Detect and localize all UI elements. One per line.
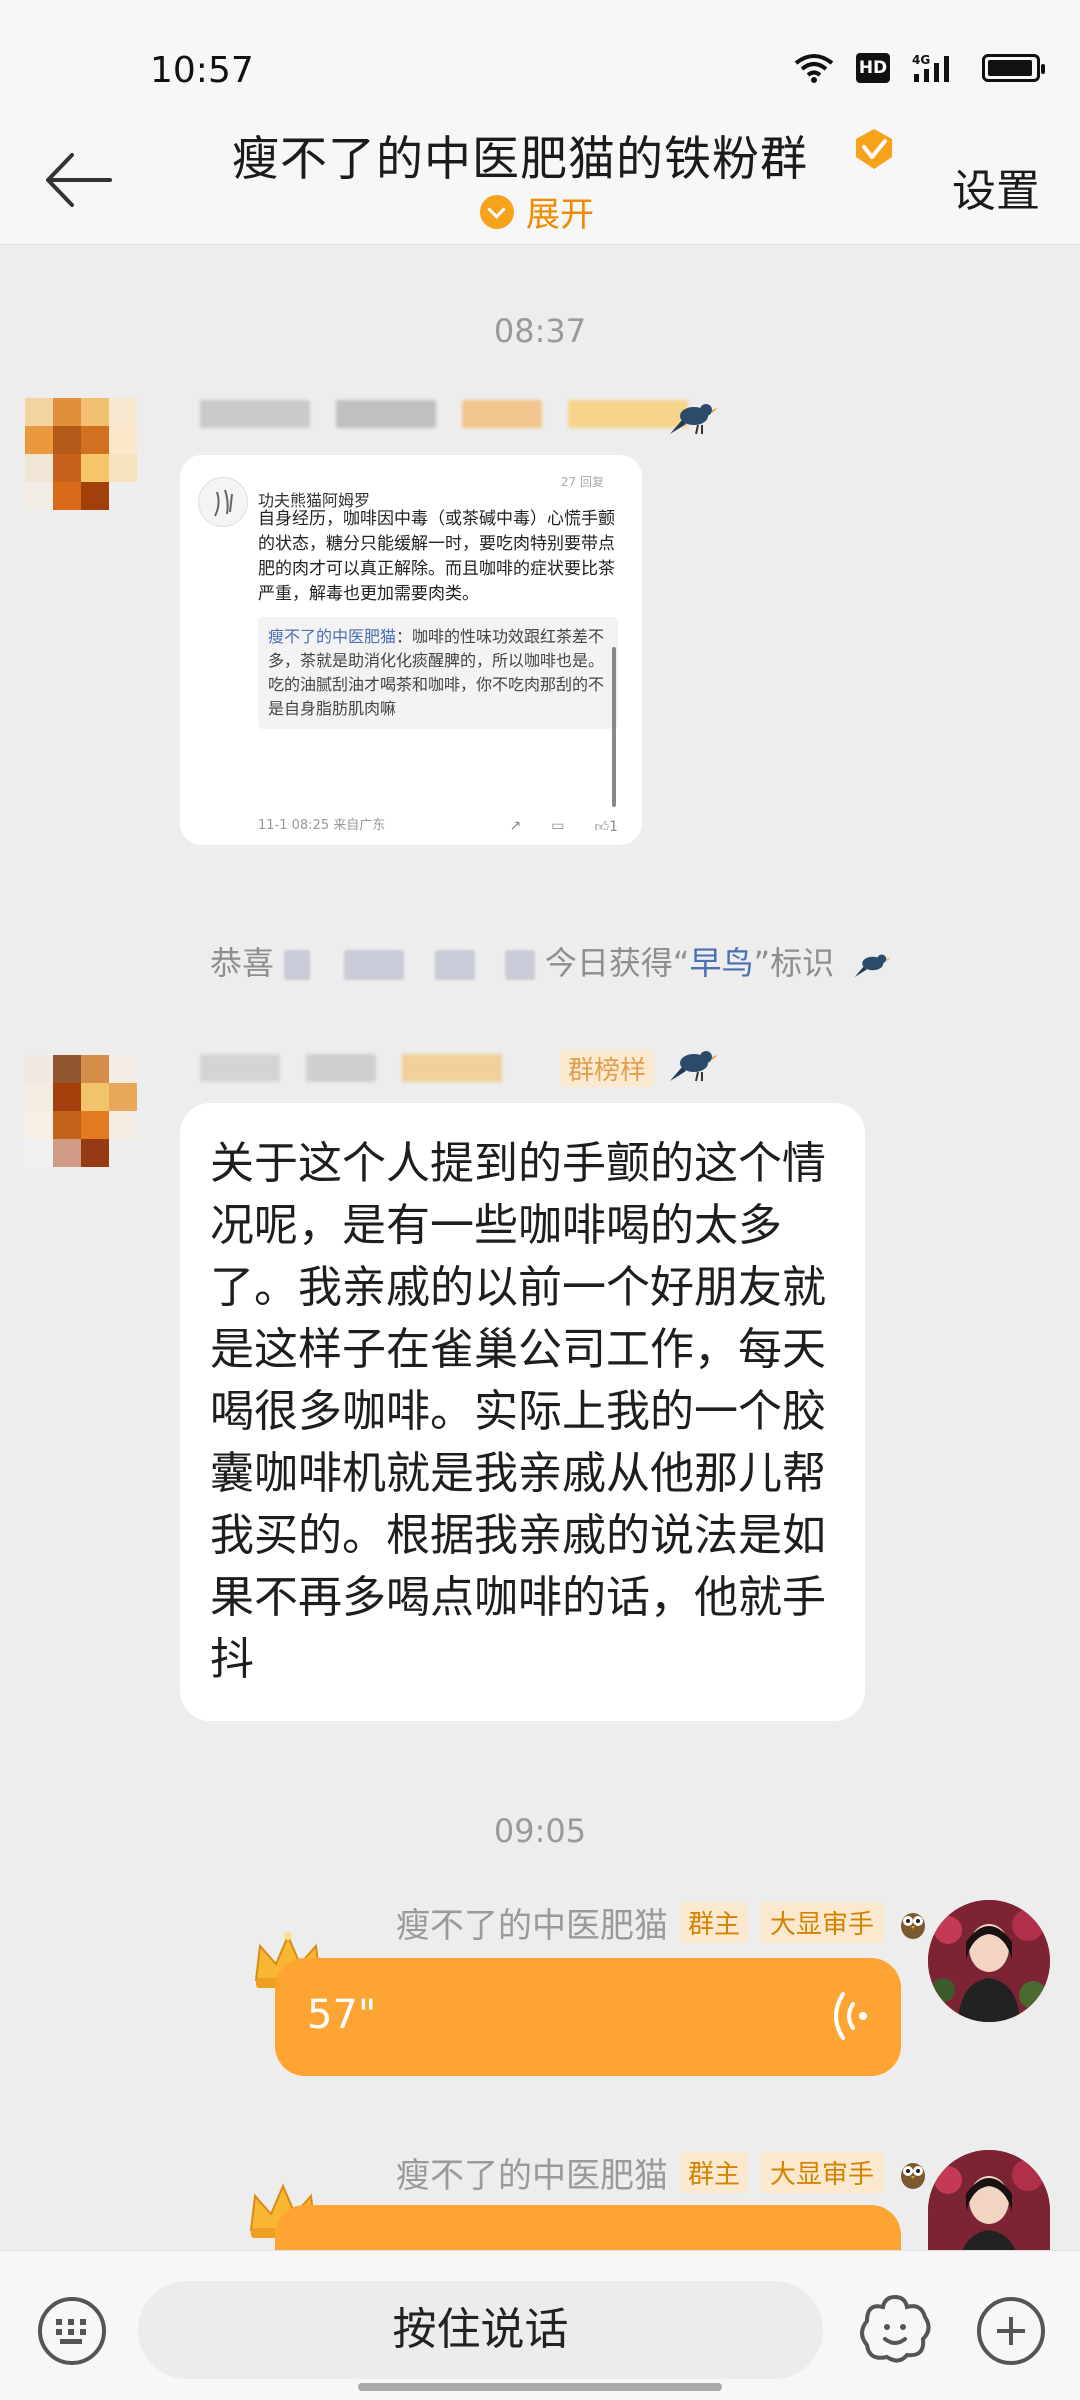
like-icon: 👍︎1 <box>594 819 618 835</box>
sender-name: 瘦不了的中医肥猫 <box>395 2156 668 2196</box>
expand-toggle[interactable]: 展开 <box>480 187 594 236</box>
comment-icon: ▭ <box>551 818 565 834</box>
owl-icon <box>901 1912 925 1939</box>
hold-to-talk-button[interactable]: 按住说话 <box>138 2281 823 2379</box>
card-author-avatar <box>198 477 248 527</box>
card-scrollbar <box>612 647 616 807</box>
owner-tag: 群主 <box>679 1902 748 1943</box>
verified-badge-icon <box>856 129 892 169</box>
wifi-icon <box>794 54 834 83</box>
owl-icon <box>901 2162 925 2189</box>
sticker-icon[interactable] <box>855 2289 935 2369</box>
expand-label: 展开 <box>526 195 594 235</box>
like-count: 1 <box>609 819 618 835</box>
early-bird-icon <box>670 404 718 435</box>
title-tag: 大显审手 <box>759 1902 884 1943</box>
plus-icon[interactable] <box>977 2297 1045 2365</box>
avatar[interactable] <box>928 2150 1050 2250</box>
sender-name-blurred <box>200 400 688 428</box>
svg-text:4G: 4G <box>912 53 930 67</box>
avatar[interactable] <box>928 1900 1050 2022</box>
early-bird-label: 早鸟 <box>689 944 754 982</box>
status-icons: HD 4G <box>794 52 1045 84</box>
card-actions: ↗ ▭ 👍︎1 <box>509 818 618 835</box>
input-bar: 按住说话 <box>0 2250 1080 2400</box>
chat-header: 10:57 HD 4G 瘦不了的中医肥猫的铁粉群 展开 设置 <box>0 0 1080 245</box>
settings-button[interactable]: 设置 <box>952 155 1040 219</box>
signal-icon: 4G <box>912 53 949 82</box>
sender-row: 瘦不了的中医肥猫 群主 大显审手 <box>396 2148 930 2197</box>
early-bird-icon <box>855 954 891 977</box>
avatar[interactable] <box>25 1055 137 1167</box>
hd-icon: HD <box>856 53 890 83</box>
timestamp: 09:05 <box>493 1812 587 1850</box>
voice-message-bubble[interactable] <box>275 2205 901 2250</box>
timestamp: 08:37 <box>493 312 587 350</box>
voice-wave-icon <box>834 1992 867 2040</box>
card-reply-meta: 27 回复 <box>560 475 604 489</box>
early-bird-icon <box>670 1051 718 1082</box>
voice-message-bubble[interactable]: 57" <box>275 1958 901 2076</box>
image-message[interactable]: 27 回复 功夫熊猫阿姆罗 自身经历，咖啡因中毒（或茶碱中毒）心慌手颤的状态，糖… <box>180 455 642 845</box>
home-indicator <box>358 2383 722 2391</box>
owner-tag: 群主 <box>679 2152 748 2193</box>
avatar[interactable] <box>25 398 137 510</box>
keyboard-icon <box>56 2319 86 2344</box>
sender-name: 瘦不了的中医肥猫 <box>395 1906 668 1946</box>
voice-duration: 57" <box>307 1992 377 2038</box>
card-footer: 11-1 08:25 来自广东 <box>258 818 386 833</box>
card-quote-name: 瘦不了的中医肥猫 <box>268 627 397 646</box>
group-title[interactable]: 瘦不了的中医肥猫的铁粉群 <box>232 120 808 189</box>
sender-tag: 群榜样 <box>560 1050 655 1087</box>
share-icon: ↗ <box>509 818 522 834</box>
title-tag: 大显审手 <box>759 2152 884 2193</box>
sender-row: 瘦不了的中医肥猫 群主 大显审手 <box>396 1898 930 1947</box>
system-prefix: 恭喜 <box>210 944 275 982</box>
system-suffix: ”标识 <box>753 944 835 982</box>
card-body-text: 自身经历，咖啡因中毒（或茶碱中毒）心慌手颤的状态，糖分只能缓解一时，要吃肉特别要… <box>258 509 615 604</box>
system-middle: 今日获得“ <box>544 944 690 982</box>
card-quote: 瘦不了的中医肥猫：咖啡的性味功效跟红茶差不多，茶就是助消化化痰醒脾的，所以咖啡也… <box>258 617 618 729</box>
keyboard-toggle-button[interactable] <box>38 2297 106 2365</box>
status-time: 10:57 <box>150 50 254 91</box>
text-message-bubble[interactable]: 关于这个人提到的手颤的这个情况呢，是有一些咖啡喝的太多了。我亲戚的以前一个好朋友… <box>180 1103 865 1721</box>
chevron-down-icon <box>480 194 514 229</box>
sender-name-blurred <box>200 1054 502 1082</box>
system-message: 恭喜 今日获得“早鸟”标识 <box>210 938 892 984</box>
back-arrow-icon[interactable] <box>40 145 120 215</box>
battery-icon <box>982 54 1045 82</box>
